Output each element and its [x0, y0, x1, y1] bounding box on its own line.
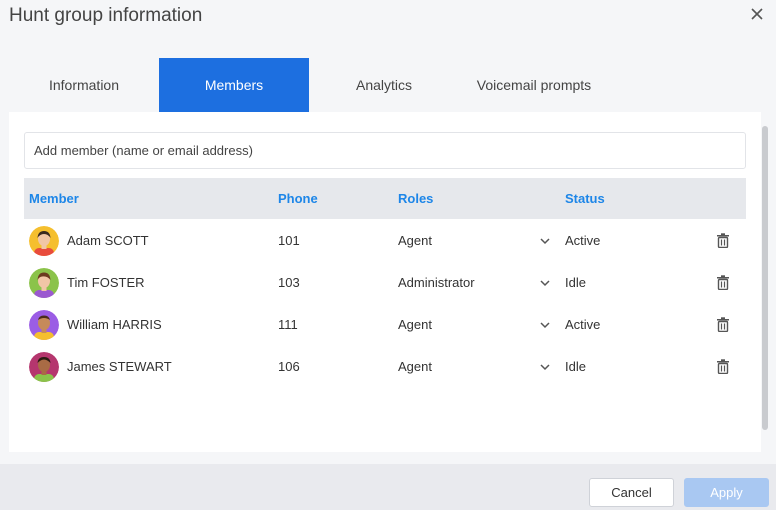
add-member-input[interactable] — [24, 132, 746, 169]
tab-members[interactable]: Members — [159, 58, 309, 112]
member-role[interactable]: Agent — [398, 346, 432, 388]
member-role[interactable]: Agent — [398, 304, 432, 346]
members-panel: Member Phone Roles Status Adam SCOTT 101… — [9, 112, 761, 452]
table-row: Adam SCOTT 101 Agent Active — [24, 220, 746, 262]
trash-icon[interactable] — [716, 275, 730, 290]
tab-analytics[interactable]: Analytics — [309, 58, 459, 112]
member-phone: 101 — [278, 233, 300, 248]
member-phone: 106 — [278, 359, 300, 374]
member-status: Active — [565, 317, 601, 332]
member-status: Active — [565, 233, 601, 248]
trash-icon[interactable] — [716, 317, 730, 332]
table-row: Tim FOSTER 103 Administrator Idle — [24, 262, 746, 304]
hunt-group-dialog: Hunt group information Information Membe… — [0, 0, 776, 510]
tab-voicemail-prompts[interactable]: Voicemail prompts — [459, 58, 609, 112]
chevron-down-icon[interactable] — [539, 235, 551, 247]
member-status: Idle — [565, 275, 586, 290]
cancel-button[interactable]: Cancel — [589, 478, 674, 507]
dialog-title: Hunt group information — [9, 5, 203, 26]
table-header: Member Phone Roles Status — [24, 178, 746, 219]
member-name: Tim FOSTER — [67, 275, 145, 290]
avatar — [29, 352, 59, 382]
scrollbar[interactable] — [761, 112, 769, 430]
member-name: Adam SCOTT — [67, 233, 149, 248]
avatar — [29, 268, 59, 298]
member-phone: 103 — [278, 275, 300, 290]
table-row: William HARRIS 111 Agent Active — [24, 304, 746, 346]
close-icon[interactable] — [748, 5, 766, 23]
column-header-phone[interactable]: Phone — [278, 178, 318, 219]
member-status: Idle — [565, 359, 586, 374]
member-name: James STEWART — [67, 359, 172, 374]
member-name: William HARRIS — [67, 317, 162, 332]
member-role[interactable]: Agent — [398, 220, 432, 262]
chevron-down-icon[interactable] — [539, 361, 551, 373]
trash-icon[interactable] — [716, 233, 730, 248]
avatar — [29, 226, 59, 256]
chevron-down-icon[interactable] — [539, 319, 551, 331]
column-header-status[interactable]: Status — [565, 178, 605, 219]
chevron-down-icon[interactable] — [539, 277, 551, 289]
table-row: James STEWART 106 Agent Idle — [24, 346, 746, 388]
column-header-roles[interactable]: Roles — [398, 178, 433, 219]
tab-information[interactable]: Information — [9, 58, 159, 112]
trash-icon[interactable] — [716, 359, 730, 374]
dialog-footer: Cancel Apply — [0, 464, 776, 510]
scrollbar-thumb[interactable] — [762, 126, 768, 430]
avatar — [29, 310, 59, 340]
member-phone: 111 — [278, 317, 298, 332]
column-header-member[interactable]: Member — [29, 178, 79, 219]
apply-button[interactable]: Apply — [684, 478, 769, 507]
tab-bar: Information Members Analytics Voicemail … — [9, 58, 761, 112]
member-role[interactable]: Administrator — [398, 262, 475, 304]
